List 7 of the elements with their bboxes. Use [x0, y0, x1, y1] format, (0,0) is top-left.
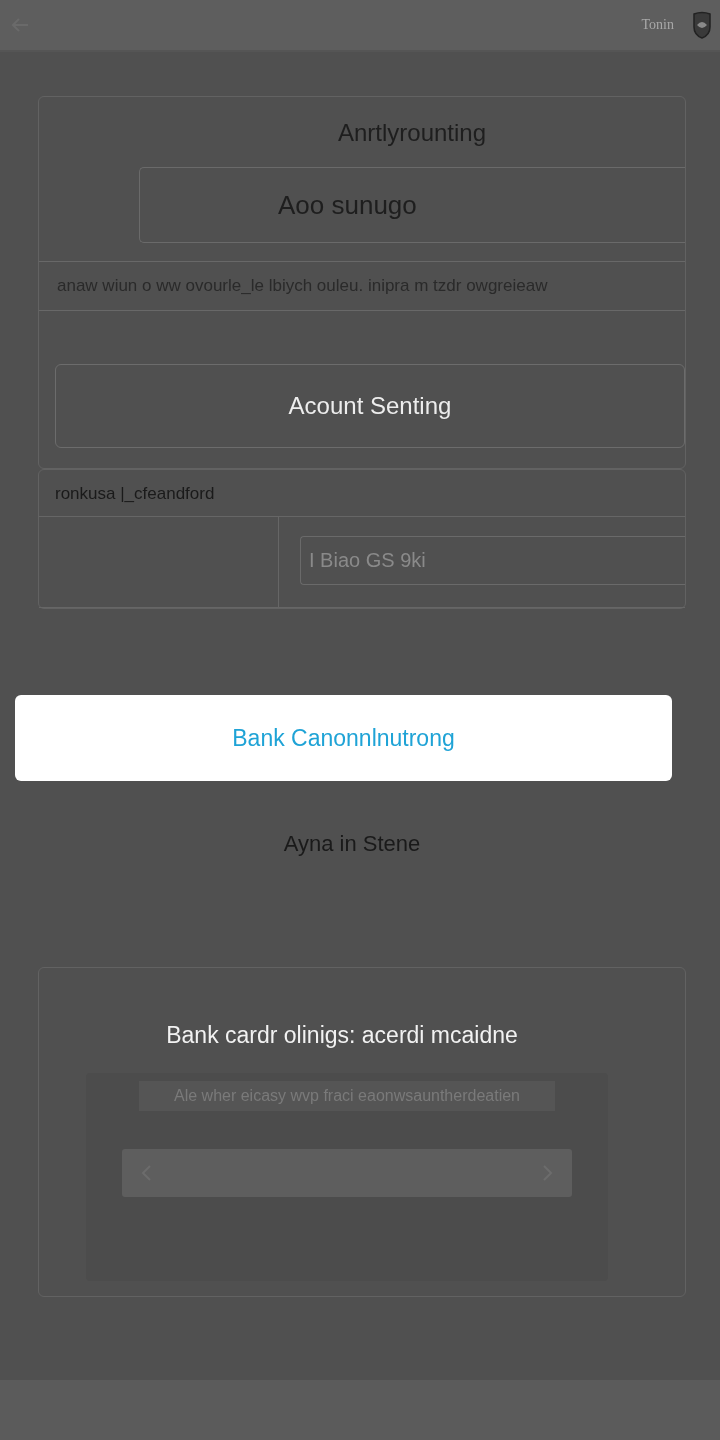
- bank-option-button[interactable]: Bank Canonnlnutrong: [15, 695, 672, 781]
- shield-logo-icon: [692, 11, 712, 39]
- input-field[interactable]: I Biao GS 9ki: [300, 536, 685, 585]
- account-settings-button[interactable]: Acount Senting: [55, 364, 685, 448]
- brand-name: Tonin: [641, 17, 674, 33]
- picker-field[interactable]: [122, 1149, 572, 1197]
- card-title: Bank cardr olinigs: acerdi mcaidne: [166, 1022, 519, 1049]
